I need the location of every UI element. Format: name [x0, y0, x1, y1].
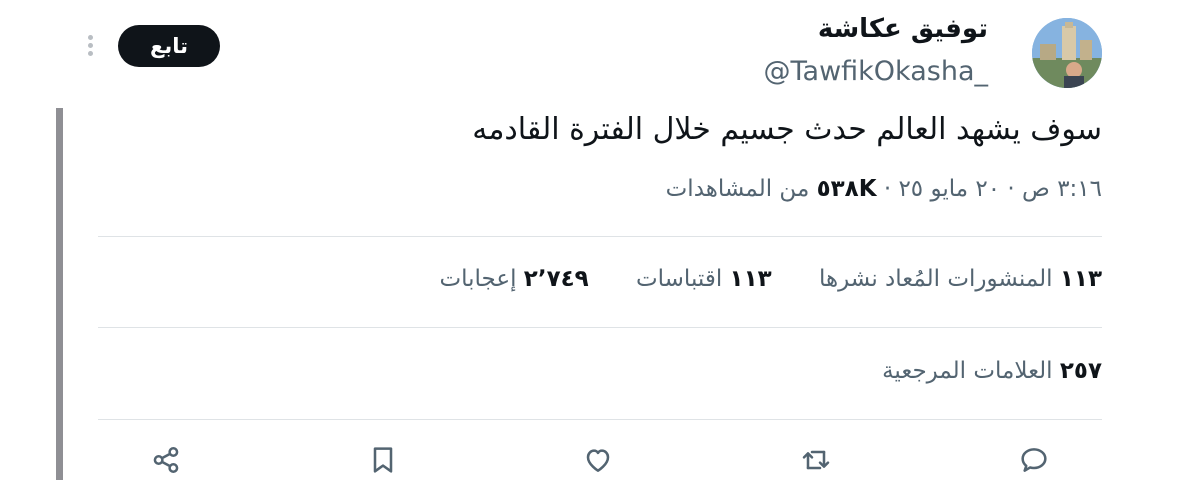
- avatar-image: [1032, 18, 1102, 88]
- reply-icon: [1021, 448, 1047, 472]
- reply-button[interactable]: [1018, 444, 1054, 480]
- divider: [98, 236, 1102, 237]
- bookmark-button[interactable]: [367, 444, 403, 480]
- tweet-meta: ٣:١٦ ص · ٢٠ مايو ٢٥ · ٥٣٨K من المشاهدات: [666, 176, 1102, 202]
- share-icon: [153, 447, 179, 473]
- bookmarks-stat[interactable]: ٢٥٧ العلامات المرجعية: [882, 358, 1102, 384]
- views-count: ٥٣٨K: [816, 176, 877, 202]
- share-button[interactable]: [150, 444, 186, 480]
- like-icon: [586, 449, 610, 472]
- likes-label: إعجابات: [439, 266, 517, 292]
- likes-stat[interactable]: ٢٬٧٤٩ إعجابات: [439, 266, 588, 292]
- engagement-stats: ١١٣ المنشورات المُعاد نشرها ١١٣ اقتباسات…: [439, 266, 1102, 292]
- bookmarks-count: ٢٥٧: [1059, 358, 1102, 384]
- bookmark-icon: [373, 447, 393, 473]
- tweet-text: سوف يشهد العالم حدث جسيم خلال الفترة الق…: [472, 112, 1102, 147]
- avatar[interactable]: [1032, 18, 1102, 88]
- quotes-count: ١١٣: [729, 266, 772, 292]
- like-button[interactable]: [582, 444, 618, 480]
- divider: [98, 419, 1102, 420]
- views-label: من المشاهدات: [665, 176, 810, 202]
- tweet-timestamp[interactable]: ٣:١٦ ص · ٢٠ مايو ٢٥ ·: [884, 176, 1102, 202]
- author-handle[interactable]: @TawfikOkasha_: [764, 56, 988, 87]
- retweet-icon: [802, 450, 830, 470]
- reposts-count: ١١٣: [1059, 266, 1102, 292]
- more-options-icon[interactable]: [82, 32, 98, 62]
- retweet-button[interactable]: [800, 444, 836, 480]
- quotes-stat[interactable]: ١١٣ اقتباسات: [636, 266, 772, 292]
- likes-count: ٢٬٧٤٩: [523, 266, 589, 292]
- quotes-label: اقتباسات: [636, 266, 723, 292]
- author-display-name[interactable]: توفيق عكاشة: [818, 14, 988, 44]
- divider: [98, 327, 1102, 328]
- reposts-label: المنشورات المُعاد نشرها: [818, 266, 1053, 292]
- left-edge-bar: [56, 108, 63, 480]
- reposts-stat[interactable]: ١١٣ المنشورات المُعاد نشرها: [819, 266, 1102, 292]
- follow-button[interactable]: تابع: [118, 25, 220, 67]
- bookmarks-label: العلامات المرجعية: [882, 358, 1053, 384]
